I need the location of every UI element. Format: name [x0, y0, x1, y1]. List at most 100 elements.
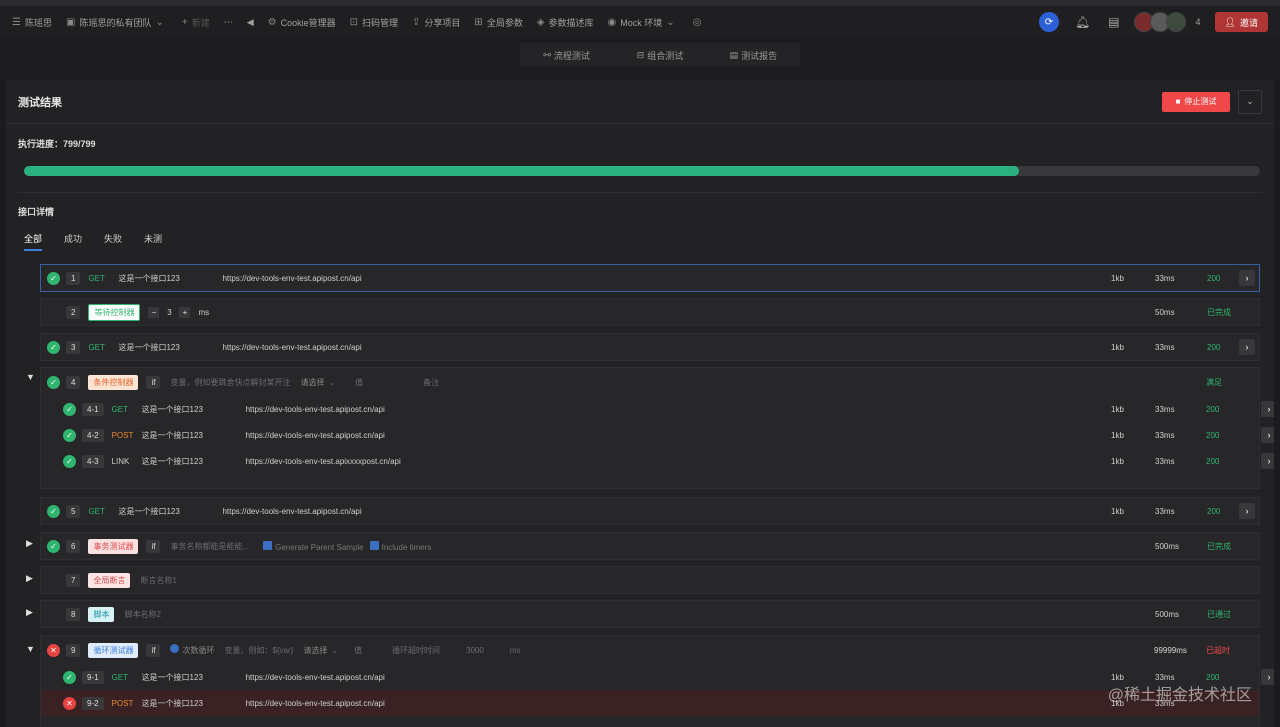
transaction-name-input[interactable]: 事务名称都能是能能... — [170, 541, 249, 552]
radio-icon — [170, 644, 180, 653]
table-row[interactable]: ✓ 4-3 LINK 这是一个接口123 https://dev-tools-e… — [63, 448, 1274, 474]
table-row[interactable]: ✓ 4 条件控制器 if 变量，例如要跳舍快点解封某开注 请选择 ⌄ 值 备注 满… — [41, 368, 1259, 396]
result-tabs: 全部 成功 失败 未测 — [24, 232, 184, 251]
chevron-right-icon[interactable]: › — [1239, 503, 1255, 519]
param-library[interactable]: ◈ 参数描述库 — [537, 16, 594, 29]
tab-failed[interactable]: 失败 — [104, 232, 122, 251]
team-icon: ▣ — [65, 16, 76, 28]
chevron-right-icon[interactable]: › — [1261, 427, 1274, 443]
triangle-right-icon[interactable]: ▶ — [26, 573, 33, 584]
table-row[interactable]: ✓ 1 GET 这是一个接口123 https://dev-tools-env-… — [40, 264, 1260, 292]
chevron-right-icon[interactable]: › — [1239, 270, 1255, 286]
table-row[interactable]: ✓ 4-2 POST 这是一个接口123 https://dev-tools-e… — [63, 422, 1274, 448]
menu-button[interactable]: ☰ 陈瑶思 — [12, 16, 52, 29]
eye-icon: ◉ — [607, 16, 617, 28]
loop-operator-select[interactable]: 请选择 — [303, 645, 327, 656]
bell-icon[interactable]: 🔔︎ — [1075, 15, 1090, 29]
watermark: @稀土掘金技术社区 — [1107, 687, 1252, 704]
sync-icon[interactable]: ⟳ — [1038, 12, 1059, 32]
tab-test-report[interactable]: ▤ 测试报告 — [707, 43, 800, 67]
check-icon: ✓ — [63, 402, 76, 416]
triangle-down-icon[interactable]: ▼ — [26, 644, 35, 654]
operator-select[interactable]: 请选择 — [300, 377, 324, 388]
scan-manager[interactable]: ⊡ 扫码管理 — [350, 16, 398, 29]
variable-input[interactable]: 变量，例如要跳舍快点解封某开注 — [170, 377, 290, 388]
note-input[interactable]: 备注 — [423, 377, 439, 388]
visibility-toggle[interactable]: ◎ — [693, 17, 706, 28]
table-row[interactable]: ✓ 9-1 GET 这是一个接口123 https://dev-tools-en… — [63, 664, 1274, 690]
include-timers-checkbox[interactable]: Include timers — [369, 540, 431, 552]
wait-stepper[interactable]: − 3 + — [148, 306, 191, 318]
share-project[interactable]: ⇪ 分享项目 — [412, 16, 460, 29]
chevron-right-icon[interactable]: › — [1239, 339, 1255, 355]
eye-icon: ◎ — [692, 16, 702, 28]
generate-parent-checkbox[interactable]: Generate Parent Sample — [263, 540, 364, 552]
table-row[interactable]: ✕ 9-2 POST 这是一个接口123 https://dev-tools-e… — [41, 690, 1259, 716]
script-name-input[interactable]: 脚本名称2 — [124, 609, 160, 620]
global-assertion-tag: 全局断言 — [88, 572, 131, 588]
script-tag: 脚本 — [88, 606, 115, 622]
stop-test-button[interactable]: ■ 停止测试 — [1162, 91, 1230, 112]
progress-fill — [24, 166, 1019, 176]
minus-icon[interactable]: − — [148, 306, 160, 318]
check-icon: ✓ — [47, 271, 60, 285]
stop-icon: ■ — [1175, 97, 1181, 106]
team-selector[interactable]: ▣ 陈瑶思的私有团队 ⌄ — [66, 16, 168, 29]
error-icon: ✕ — [63, 696, 76, 710]
table-row[interactable]: 2 等待控制器 − 3 + ms 50ms 已完成 — [40, 298, 1260, 326]
progress-bar — [24, 166, 1260, 176]
cube-icon: ◈ — [536, 16, 545, 28]
chevron-right-icon[interactable]: › — [1261, 453, 1274, 469]
tab-flow-test[interactable]: ⚯ 流程测试 — [520, 43, 613, 67]
triangle-right-icon[interactable]: ▶ — [26, 538, 33, 549]
cookie-manager[interactable]: ⚙ Cookie管理器 — [268, 16, 336, 29]
condition-controller-tag: 条件控制器 — [88, 374, 139, 390]
scan-icon: ⊡ — [349, 16, 358, 28]
loop-count-radio[interactable]: 次数循环 — [170, 644, 214, 656]
table-row[interactable]: ✓ 6 事务测试器 if 事务名称都能是能能... Generate Paren… — [40, 532, 1260, 560]
avatar-count: 4 — [1195, 17, 1201, 27]
condition-group: ✓ 4 条件控制器 if 变量，例如要跳舍快点解封某开注 请选择 ⌄ 值 备注 满… — [40, 367, 1274, 489]
combo-icon: ⊟ — [636, 49, 645, 60]
tab-untested[interactable]: 未测 — [144, 232, 162, 251]
tab-all[interactable]: 全部 — [24, 232, 43, 251]
table-row[interactable]: ✓ 4-1 GET 这是一个接口123 https://dev-tools-en… — [63, 396, 1274, 422]
chevron-right-icon[interactable]: › — [1261, 401, 1274, 417]
flow-icon: ⚯ — [543, 49, 551, 60]
invite-button[interactable]: 👤︎ 邀请 — [1214, 12, 1268, 32]
more-button[interactable]: ⋯ — [224, 17, 233, 28]
loop-value-input[interactable]: 值 — [354, 645, 362, 656]
loop-variable-input[interactable]: 变量、例如：${var} — [224, 645, 293, 656]
triangle-right-icon[interactable]: ▶ — [26, 607, 33, 618]
chevron-right-icon[interactable]: › — [1261, 669, 1274, 685]
error-icon: ✕ — [47, 643, 60, 657]
new-button[interactable]: + 新建 — [182, 16, 210, 29]
panel-title: 测试结果 — [18, 96, 62, 109]
chevron-down-icon: ⌄ — [331, 645, 339, 655]
share-icon: ⇪ — [412, 16, 421, 28]
avatar-group[interactable] — [1133, 12, 1186, 32]
table-row[interactable]: ✕ 9 循环测试器 if 次数循环 变量、例如：${var} 请选择 ⌄ 值 循环… — [41, 636, 1259, 664]
collapse-button[interactable]: ⌄ — [1238, 89, 1262, 114]
assertion-name-input[interactable]: 断言名称1 — [140, 575, 176, 586]
table-row[interactable]: ✓ 3 GET 这是一个接口123 https://dev-tools-env-… — [40, 333, 1260, 361]
loop-timeout-input[interactable]: 3000 — [466, 646, 484, 655]
checkbox-icon — [263, 540, 273, 550]
checkbox-icon — [369, 540, 379, 550]
table-row[interactable]: ✓ 5 GET 这是一个接口123 https://dev-tools-env-… — [40, 497, 1260, 525]
plus-icon[interactable]: + — [179, 306, 191, 318]
prev-button[interactable]: ◀ — [247, 17, 254, 28]
tab-combo-test[interactable]: ⊟ 组合测试 — [613, 43, 706, 67]
transaction-tester-tag: 事务测试器 — [88, 538, 139, 554]
panel-header: 测试结果 ■ 停止测试 ⌄ — [6, 80, 1274, 124]
env-selector[interactable]: ◉ Mock 环境 ⌄ — [608, 16, 679, 29]
ellipsis-icon: ⋯ — [223, 16, 233, 27]
tab-success[interactable]: 成功 — [64, 232, 82, 251]
doc-icon[interactable]: ▤ — [1108, 15, 1119, 29]
triangle-down-icon[interactable]: ▼ — [26, 372, 35, 382]
table-row[interactable]: 7 全局断言 断言名称1 — [40, 566, 1260, 594]
value-input[interactable]: 值 — [355, 377, 363, 388]
triangle-left-icon: ◀ — [246, 16, 254, 27]
table-row[interactable]: 8 脚本 脚本名称2 500ms 已通过 — [40, 600, 1260, 628]
global-params[interactable]: ⊞ 全局参数 — [474, 16, 522, 29]
